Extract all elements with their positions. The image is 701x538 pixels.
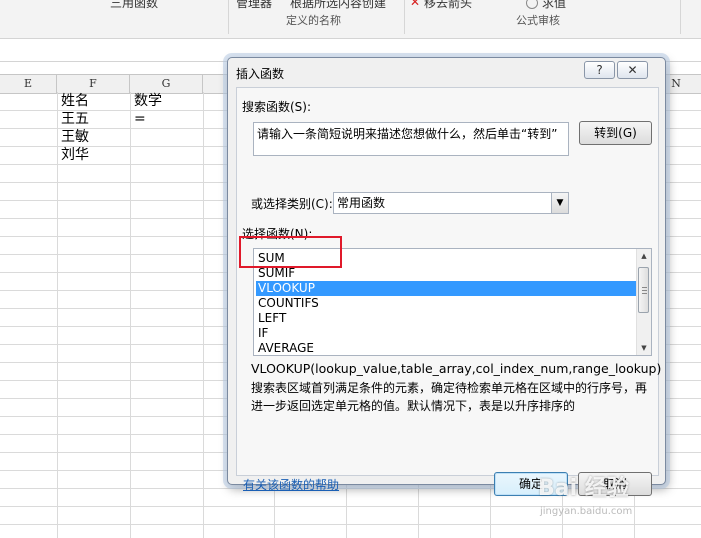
ribbon-separator <box>228 0 229 34</box>
evaluate-icon <box>526 0 538 9</box>
ribbon-button-create-from-selection[interactable]: 根据所选内容创建 <box>290 0 386 11</box>
list-item[interactable]: SUMIF <box>256 266 638 281</box>
column-header-e[interactable]: E <box>0 75 57 93</box>
grid-line <box>130 92 131 538</box>
list-item[interactable]: COUNTIFS <box>256 296 638 311</box>
category-value: 常用函数 <box>337 196 386 210</box>
scroll-thumb[interactable] <box>638 267 649 313</box>
grid-line <box>203 92 204 538</box>
group-label-formula-audit: 公式审核 <box>516 14 560 27</box>
ribbon-button-remove-arrows[interactable]: 移去箭头 <box>424 0 472 11</box>
help-icon: ? <box>596 63 603 77</box>
list-item[interactable]: LEFT <box>256 311 638 326</box>
function-signature: VLOOKUP(lookup_value,table_array,col_ind… <box>251 361 662 376</box>
cell-f4[interactable]: 刘华 <box>58 146 89 164</box>
list-item-selected[interactable]: VLOOKUP <box>256 281 638 296</box>
grip-line <box>642 290 647 291</box>
ribbon: 三用函数 管理器 根据所选内容创建 ✕ 移去箭头 求值 定义的名称 公式审核 <box>0 0 701 39</box>
search-label: 搜索函数(S): <box>242 100 312 114</box>
chevron-down-icon[interactable]: ▼ <box>551 193 568 213</box>
watermark-url: jingyan.baidu.com <box>540 506 633 517</box>
dialog-title: 插入函数 <box>236 67 285 81</box>
grip-line <box>642 293 647 294</box>
ribbon-button-name-manager[interactable]: 管理器 <box>236 0 272 11</box>
grid-line <box>0 524 701 525</box>
scroll-down-icon[interactable]: ▼ <box>637 341 651 355</box>
go-button[interactable]: 转到(G) <box>579 121 652 145</box>
cell-g2-formula[interactable]: = <box>131 110 146 128</box>
cell-g1-math-header[interactable]: 数学 <box>131 92 162 110</box>
grip-line <box>642 287 647 288</box>
dialog-body: 搜索函数(S): 请输入一条简短说明来描述您想做什么，然后单击“转到” 转到(G… <box>236 87 662 496</box>
cell-f1-name-header[interactable]: 姓名 <box>58 92 89 110</box>
close-icon: ✕ <box>627 63 638 77</box>
cell-f3[interactable]: 王敏 <box>58 128 89 146</box>
scroll-up-icon[interactable]: ▲ <box>637 249 651 263</box>
function-help-link[interactable]: 有关该函数的帮助 <box>243 476 339 493</box>
vertical-scrollbar[interactable]: ▲ ▼ <box>636 249 651 355</box>
list-item[interactable]: IF <box>256 326 638 341</box>
close-button[interactable]: ✕ <box>617 61 648 79</box>
column-header-f[interactable]: F <box>57 75 130 93</box>
category-label: 或选择类别(C): <box>251 197 333 211</box>
ribbon-separator <box>404 0 405 34</box>
group-label-defined-names: 定义的名称 <box>286 14 341 27</box>
search-input[interactable]: 请输入一条简短说明来描述您想做什么，然后单击“转到” <box>253 122 569 156</box>
watermark-logo: Bai 经验 <box>538 476 629 501</box>
category-select[interactable]: 常用函数 ▼ <box>333 192 569 214</box>
help-button[interactable]: ? <box>584 61 615 79</box>
vlookup-highlight-box <box>239 236 342 268</box>
remove-arrows-icon: ✕ <box>410 0 421 9</box>
cell-f2[interactable]: 王五 <box>58 110 89 128</box>
insert-function-dialog: 插入函数 ? ✕ 搜索函数(S): 请输入一条简短说明来描述您想做什么，然后单击… <box>227 57 666 496</box>
ribbon-button-common-functions[interactable]: 三用函数 <box>110 0 158 11</box>
ribbon-button-evaluate[interactable]: 求值 <box>542 0 566 11</box>
list-item[interactable]: AVERAGE <box>256 341 638 355</box>
column-header-g[interactable]: G <box>130 75 203 93</box>
ribbon-separator <box>680 0 681 34</box>
function-description: 搜索表区域首列满足条件的元素，确定待检索单元格在区域中的行序号，再进一步返回选定… <box>251 381 648 413</box>
